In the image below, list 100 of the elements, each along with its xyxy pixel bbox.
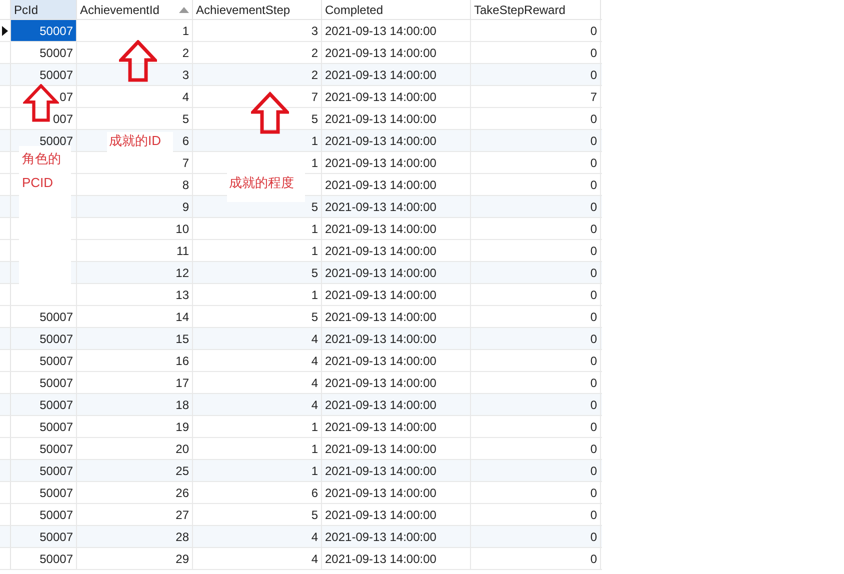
table-cell: 50007 xyxy=(11,460,77,481)
table-cell: 12 xyxy=(77,262,193,283)
table-cell: 0 xyxy=(471,64,601,85)
table-cell: 5 xyxy=(193,306,322,327)
table-cell: 27 xyxy=(77,504,193,525)
table-cell: 1 xyxy=(77,20,193,41)
table-cell: 0 xyxy=(471,20,601,41)
table-cell: 2021-09-13 14:00:00 xyxy=(322,20,471,41)
annotation-label: 成就的程度 xyxy=(227,172,305,202)
table-cell: 2021-09-13 14:00:00 xyxy=(322,504,471,525)
table-cell: 07 xyxy=(11,86,77,107)
table-cell: 2 xyxy=(193,42,322,63)
table-cell: 5 xyxy=(77,108,193,129)
table-cell: 2021-09-13 14:00:00 xyxy=(322,372,471,393)
table-cell: 2021-09-13 14:00:00 xyxy=(322,526,471,547)
table-cell: 1 xyxy=(193,460,322,481)
table-cell: 0 xyxy=(471,394,601,415)
table-cell: 0 xyxy=(471,416,601,437)
table-cell: 4 xyxy=(193,372,322,393)
table-cell: 4 xyxy=(193,526,322,547)
table-cell: 2021-09-13 14:00:00 xyxy=(322,394,471,415)
table-cell: 17 xyxy=(77,372,193,393)
table-cell: 15 xyxy=(77,328,193,349)
table-cell: 50007 xyxy=(11,438,77,459)
table-cell: 4 xyxy=(77,86,193,107)
table-cell: 0 xyxy=(471,548,601,569)
table-cell: 50007 xyxy=(11,42,77,63)
table-cell: 26 xyxy=(77,482,193,503)
table-cell: 18 xyxy=(77,394,193,415)
table-cell: 2021-09-13 14:00:00 xyxy=(322,42,471,63)
table-cell: 2021-09-13 14:00:00 xyxy=(322,174,471,195)
table-cell: 0 xyxy=(471,42,601,63)
table-cell: 50007 xyxy=(11,416,77,437)
table-cell: 0 xyxy=(471,438,601,459)
table-cell: 4 xyxy=(193,548,322,569)
table-cell: 2021-09-13 14:00:00 xyxy=(322,152,471,173)
table-cell: 2021-09-13 14:00:00 xyxy=(322,438,471,459)
table-cell: 1 xyxy=(193,438,322,459)
table-cell: 5 xyxy=(193,262,322,283)
table-cell: 50007 xyxy=(11,394,77,415)
table-cell: 0 xyxy=(471,196,601,217)
table-cell: 2021-09-13 14:00:00 xyxy=(322,218,471,239)
table-cell: 0 xyxy=(471,350,601,371)
table-cell: 50007 xyxy=(11,526,77,547)
table-cell: 2021-09-13 14:00:00 xyxy=(322,328,471,349)
table-cell: 2021-09-13 14:00:00 xyxy=(322,482,471,503)
table-cell: 50007 xyxy=(11,350,77,371)
table-cell: 2021-09-13 14:00:00 xyxy=(322,262,471,283)
column-header[interactable]: AchievementId xyxy=(77,0,193,19)
table-cell: 1 xyxy=(193,240,322,261)
table-cell: 25 xyxy=(77,460,193,481)
table-cell: 0 xyxy=(471,460,601,481)
table-cell: 19 xyxy=(77,416,193,437)
table-cell: 1 xyxy=(193,130,322,151)
table-cell: 3 xyxy=(193,20,322,41)
table-cell: 50007 xyxy=(11,64,77,85)
table-cell: 8 xyxy=(77,174,193,195)
table-cell: 0 xyxy=(471,174,601,195)
table-cell: 2021-09-13 14:00:00 xyxy=(322,350,471,371)
table-cell: 0 xyxy=(471,482,601,503)
current-row-icon xyxy=(2,26,8,36)
table-cell: 0 xyxy=(471,240,601,261)
table-cell: 28 xyxy=(77,526,193,547)
table-cell: 50007 xyxy=(11,328,77,349)
table-cell: 16 xyxy=(77,350,193,371)
table-cell: 0 xyxy=(471,526,601,547)
table-cell: 14 xyxy=(77,306,193,327)
table-cell: 4 xyxy=(193,394,322,415)
table-cell: 4 xyxy=(193,328,322,349)
table-cell: 7 xyxy=(471,86,601,107)
table-cell: 29 xyxy=(77,548,193,569)
table-cell: 7 xyxy=(193,86,322,107)
table-cell: 0 xyxy=(471,372,601,393)
annotation-label: 角色的 xyxy=(21,150,62,168)
up-arrow-icon xyxy=(251,89,289,137)
table-cell: 0 xyxy=(471,504,601,525)
table-cell: 0 xyxy=(471,284,601,305)
annotation-label: PCID xyxy=(21,174,54,192)
table-cell: 0 xyxy=(471,262,601,283)
table-cell: 5 xyxy=(193,108,322,129)
table-cell: 1 xyxy=(193,416,322,437)
table-cell: 1 xyxy=(193,284,322,305)
table-cell: 2021-09-13 14:00:00 xyxy=(322,86,471,107)
table-cell: 50007 xyxy=(11,548,77,569)
table-cell: 0 xyxy=(471,218,601,239)
table-cell: 2021-09-13 14:00:00 xyxy=(322,108,471,129)
table-cell: 2 xyxy=(77,42,193,63)
table-cell: 3 xyxy=(77,64,193,85)
table-cell: 6 xyxy=(193,482,322,503)
column-header[interactable]: AchievementStep xyxy=(193,0,322,19)
table-cell: 2021-09-13 14:00:00 xyxy=(322,460,471,481)
table-cell: 0 xyxy=(471,306,601,327)
table-cell: 0 xyxy=(471,108,601,129)
annotation-label: 成就的ID xyxy=(107,132,173,153)
column-header[interactable]: TakeStepReward xyxy=(471,0,601,19)
table-cell: 50007 xyxy=(11,306,77,327)
column-header[interactable]: PcId xyxy=(11,0,77,19)
table-cell: 50007 xyxy=(11,20,77,41)
table-cell: 2021-09-13 14:00:00 xyxy=(322,64,471,85)
table-cell: 2021-09-13 14:00:00 xyxy=(322,130,471,151)
